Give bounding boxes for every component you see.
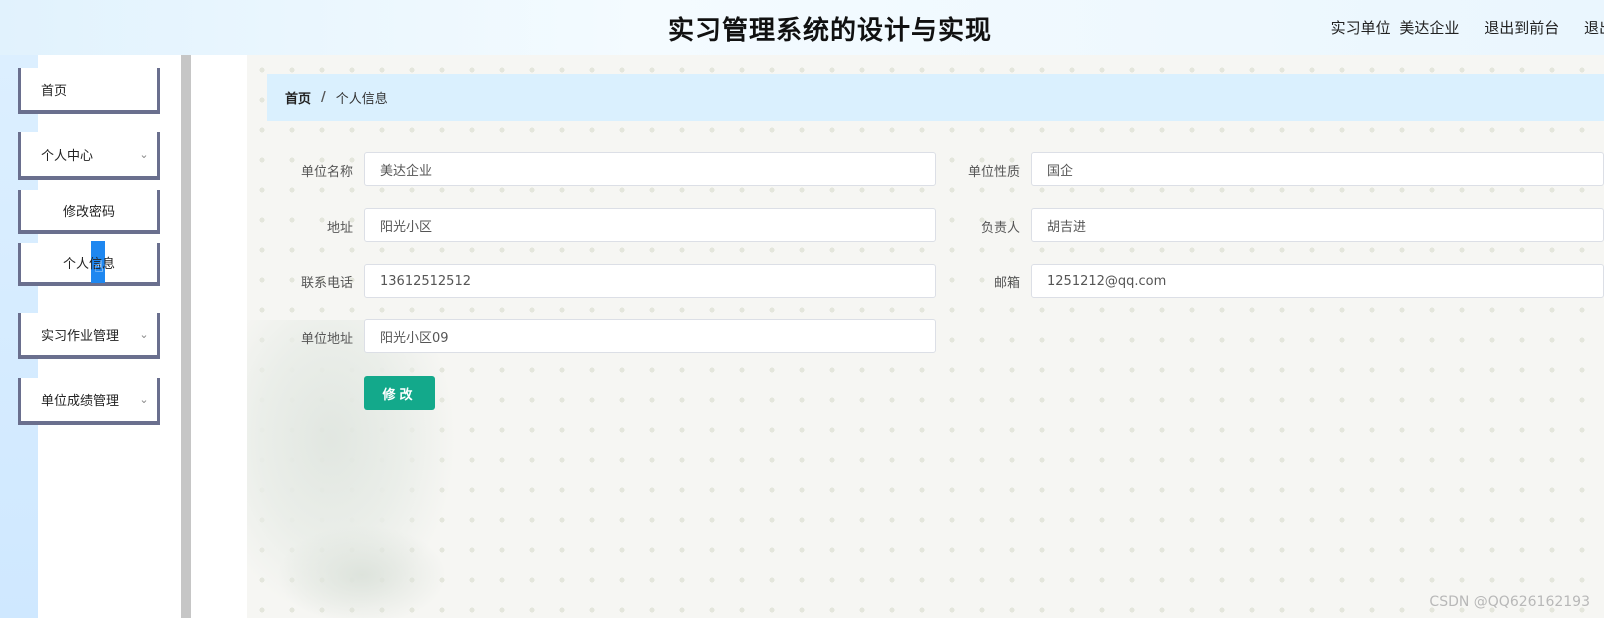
- sidebar-item-change-password[interactable]: 修改密码: [18, 190, 160, 234]
- top-header: 实习管理系统的设计与实现 实习单位 美达企业 退出到前台 退出登录: [0, 0, 1604, 55]
- address-field[interactable]: 阳光小区: [364, 208, 936, 242]
- chevron-down-icon: ⌄: [139, 147, 149, 161]
- sidebar-item-label: 个人中心: [41, 148, 94, 164]
- watermark: CSDN @QQ626162193: [1429, 594, 1590, 610]
- sidebar-item-home[interactable]: 首页: [18, 68, 160, 114]
- breadcrumb-separator: /: [321, 90, 326, 105]
- leaf-decoration: [277, 525, 447, 618]
- hand-cursor-icon: ☝: [94, 257, 104, 276]
- breadcrumb-current: 个人信息: [335, 92, 388, 107]
- address-label: 地址: [326, 221, 353, 236]
- current-user-role: 实习单位: [1330, 19, 1391, 37]
- sidebar-item-label: 个人信息: [62, 257, 115, 272]
- unit-address-field[interactable]: 阳光小区09: [364, 319, 936, 353]
- sidebar-item-label: 首页: [41, 83, 68, 99]
- manager-field[interactable]: 胡吉进: [1031, 208, 1604, 242]
- current-user-name: 美达企业: [1399, 19, 1460, 37]
- logout-link[interactable]: 退出登录: [1584, 19, 1604, 37]
- sidebar-item-personal-info[interactable]: 个人信息 ☝: [18, 241, 160, 286]
- manager-label: 负责人: [980, 221, 1020, 236]
- phone-label: 联系电话: [300, 276, 353, 291]
- header-actions: 实习单位 美达企业 退出到前台 退出登录: [1331, 17, 1604, 38]
- sidebar-item-internship-homework[interactable]: 实习作业管理 ⌄: [18, 313, 160, 359]
- unit-name-label: 单位名称: [300, 165, 353, 180]
- exit-to-front-link[interactable]: 退出到前台: [1484, 19, 1559, 37]
- email-label: 邮箱: [993, 276, 1020, 291]
- sidebar-item-label: 修改密码: [62, 204, 115, 220]
- unit-type-field[interactable]: 国企: [1031, 152, 1604, 186]
- unit-address-label: 单位地址: [300, 332, 353, 347]
- sidebar-item-personal-center[interactable]: 个人中心 ⌄: [18, 132, 160, 180]
- sidebar-item-label: 单位成绩管理: [41, 394, 120, 409]
- breadcrumb-home-link[interactable]: 首页: [285, 88, 311, 107]
- chevron-down-icon: ⌄: [139, 327, 149, 341]
- sidebar-scrollbar[interactable]: [181, 55, 191, 618]
- sidebar-item-label: 实习作业管理: [41, 328, 120, 344]
- sidebar-item-unit-grades[interactable]: 单位成绩管理 ⌄: [18, 378, 160, 425]
- unit-type-label: 单位性质: [967, 165, 1020, 180]
- chevron-down-icon: ⌄: [139, 393, 149, 406]
- breadcrumb: 首页 / 个人信息: [267, 74, 1604, 121]
- email-field[interactable]: 1251212@qq.com: [1031, 264, 1604, 298]
- unit-name-field[interactable]: 美达企业: [364, 152, 936, 186]
- modify-button[interactable]: 修改: [364, 376, 435, 410]
- phone-field[interactable]: 13612512512: [364, 264, 936, 298]
